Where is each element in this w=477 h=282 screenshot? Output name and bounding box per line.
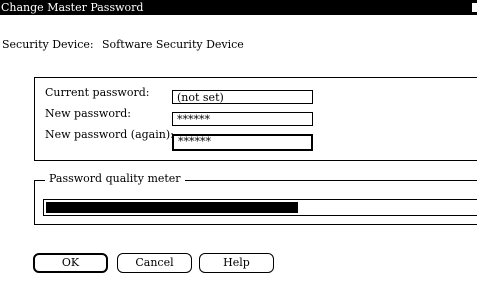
window-titlebar[interactable]: Change Master Password bbox=[0, 0, 477, 15]
quality-meter-fill bbox=[46, 202, 298, 213]
help-button[interactable]: Help bbox=[199, 253, 274, 273]
security-device-value: Software Security Device bbox=[102, 38, 244, 51]
window-title: Change Master Password bbox=[1, 1, 144, 14]
quality-meter-bar bbox=[43, 199, 477, 216]
new-password-again-label: New password (again): bbox=[45, 128, 174, 141]
new-password-again-input[interactable]: ****** bbox=[172, 134, 313, 151]
ok-button[interactable]: OK bbox=[33, 253, 108, 273]
cancel-button[interactable]: Cancel bbox=[117, 253, 192, 273]
quality-meter-label: Password quality meter bbox=[45, 172, 185, 185]
current-password-label: Current password: bbox=[45, 86, 150, 99]
close-icon[interactable] bbox=[472, 3, 477, 12]
new-password-label: New password: bbox=[45, 107, 131, 120]
current-password-input[interactable]: (not set) bbox=[172, 90, 313, 104]
new-password-input[interactable]: ****** bbox=[172, 112, 313, 126]
security-device-label: Security Device: bbox=[2, 38, 94, 51]
